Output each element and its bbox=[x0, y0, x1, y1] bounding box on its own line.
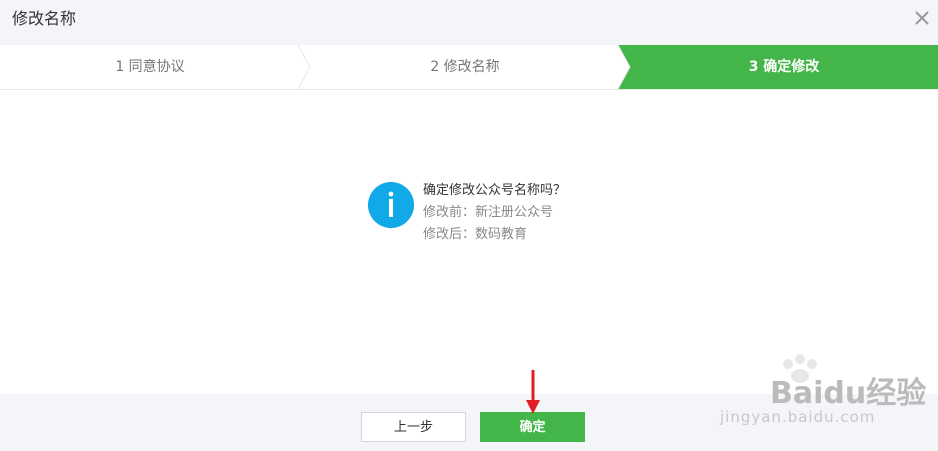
previous-step-button[interactable]: 上一步 bbox=[361, 412, 466, 442]
watermark-url: jingyan.baidu.com bbox=[720, 408, 876, 426]
confirm-question: 确定修改公众号名称吗？ bbox=[423, 183, 567, 198]
name-after: 修改后：数码教育 bbox=[423, 227, 528, 242]
rename-dialog: 修改名称 1 同意协议 2 修改名称 3 确定修改 确定修改公众号名称吗？ 修改… bbox=[0, 0, 938, 451]
step-indicator: 1 同意协议 2 修改名称 3 确定修改 bbox=[0, 45, 938, 90]
watermark-brand: Baidu经验 bbox=[770, 376, 927, 411]
dialog-title: 修改名称 bbox=[12, 9, 77, 28]
name-before: 修改前：新注册公众号 bbox=[423, 205, 554, 220]
close-icon[interactable] bbox=[912, 8, 932, 28]
step-rename: 2 修改名称 bbox=[430, 59, 500, 75]
step-agree: 1 同意协议 bbox=[115, 59, 185, 75]
step-confirm: 3 确定修改 bbox=[748, 59, 820, 75]
dialog-content: 确定修改公众号名称吗？ 修改前：新注册公众号 修改后：数码教育 bbox=[0, 90, 938, 394]
info-icon bbox=[368, 182, 414, 228]
red-arrow-annotation-icon bbox=[526, 370, 540, 414]
confirm-button[interactable]: 确定 bbox=[480, 412, 585, 442]
dialog-header: 修改名称 bbox=[0, 0, 938, 45]
